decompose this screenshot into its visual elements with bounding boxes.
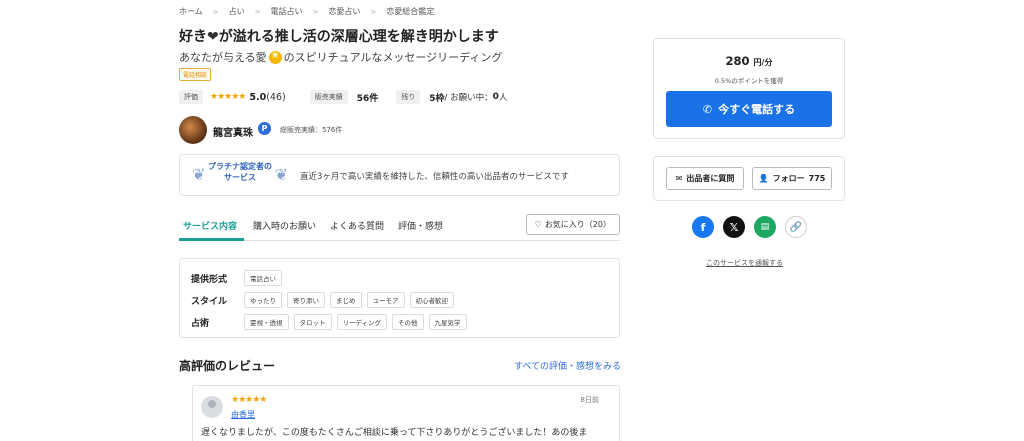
- favorite-button[interactable]: ♡ お気に入り（20）: [525, 214, 620, 235]
- info-row-format: 提供形式 電話占い: [191, 270, 287, 286]
- tab-purchase-requests[interactable]: 購入時のお願い: [253, 219, 316, 232]
- seller-avatar[interactable]: [179, 116, 207, 144]
- heart-icon: ❤: [207, 29, 219, 45]
- tab-service-content[interactable]: サービス内容: [183, 219, 237, 232]
- tag[interactable]: ユーモア: [366, 292, 405, 308]
- chevron-right-icon: >: [254, 7, 261, 16]
- platinum-p-badge-icon: P: [258, 122, 271, 135]
- chevron-right-icon: >: [312, 7, 319, 16]
- category-tag: 電話相談: [179, 68, 212, 81]
- stats-row: 評価 ★★★★★ 5.0 (46) 販売実績 56件 残り 5枠 / お願い中：…: [179, 90, 507, 104]
- facebook-icon[interactable]: f: [692, 216, 714, 238]
- tab-reviews[interactable]: 評価・感想: [398, 219, 443, 232]
- title-part-1: 好き: [179, 29, 207, 45]
- chevron-right-icon: >: [370, 7, 377, 16]
- rating-count[interactable]: (46): [266, 92, 286, 103]
- rating-stars-icon: ★★★★★: [210, 92, 246, 102]
- tab-faq[interactable]: よくある質問: [330, 219, 384, 232]
- user-plus-icon: 👤: [758, 174, 769, 183]
- breadcrumb-home[interactable]: ホーム: [179, 6, 203, 17]
- tag[interactable]: まじめ: [330, 292, 362, 308]
- active-tab-indicator: [179, 238, 244, 241]
- waiting-text: / お願い中：: [444, 93, 493, 103]
- breadcrumb-love-fortune[interactable]: 恋愛占い: [328, 6, 360, 17]
- price-unit: 円/分: [753, 58, 773, 67]
- tag[interactable]: ゆったり: [244, 292, 282, 308]
- favorite-button-label: お気に入り（20）: [544, 220, 611, 229]
- review-date: 8日前: [580, 396, 599, 404]
- ask-seller-button[interactable]: ✉ 出品者に質問: [666, 167, 744, 190]
- tag[interactable]: 霊視・透視: [244, 314, 289, 330]
- all-reviews-link[interactable]: すべての評価・感想をみる: [514, 359, 621, 372]
- phone-icon: ✆: [702, 102, 713, 116]
- breadcrumb-fortune[interactable]: 占い: [229, 6, 245, 17]
- platinum-description: 直近3ヶ月で高い実績を維持した、信頼性の高い出品者のサービスです: [300, 172, 569, 182]
- reviews-heading: 高評価のレビュー: [179, 359, 276, 373]
- service-tabs: サービス内容 購入時のお願い よくある質問 評価・感想 ♡ お気に入り（20）: [179, 211, 620, 241]
- review-card: ★★★★★ 由香里 8日前 遅くなりましたが、この度もたくさんご相談に乗って下さ…: [192, 385, 620, 441]
- tag[interactable]: リーディング: [336, 314, 388, 330]
- remain-value: 5枠: [429, 93, 445, 104]
- follow-label: フォロー: [772, 174, 805, 183]
- waiting-unit: 人: [498, 93, 508, 103]
- tag[interactable]: その他: [392, 314, 424, 330]
- chevron-right-icon: >: [212, 7, 219, 16]
- info-label: 提供形式: [191, 274, 228, 285]
- info-label: 占術: [191, 318, 210, 329]
- info-label: スタイル: [191, 296, 228, 307]
- tag[interactable]: 電話占い: [244, 270, 282, 286]
- remain-label: 残り: [396, 90, 421, 104]
- info-row-style: スタイル ゆったり 寄り添い まじめ ユーモア 初心者歓迎: [191, 292, 459, 308]
- mail-icon: ✉: [675, 174, 683, 183]
- sales-label: 販売実績: [309, 90, 348, 104]
- tag[interactable]: 寄り添い: [287, 292, 325, 308]
- x-twitter-icon[interactable]: 𝕏: [723, 216, 745, 238]
- tag[interactable]: 九星気学: [428, 314, 467, 330]
- report-service-link[interactable]: このサービスを通報する: [706, 258, 783, 268]
- tag[interactable]: タロット: [293, 314, 332, 330]
- follow-count: 775: [808, 174, 826, 183]
- platinum-info-box: ❦ プラチナ認定者の サービス ❦ 直近3ヶ月で高い実績を維持した、信頼性の高い…: [179, 154, 620, 196]
- platinum-badge-line1: プラチナ認定者の: [208, 162, 272, 171]
- laurel-left-icon: ❦: [192, 165, 206, 184]
- info-row-method: 占術 霊視・透視 タロット リーディング その他 九星気学: [191, 314, 472, 330]
- page-subtitle: あなたが与える愛 のスピリチュアルなメッセージリーディング: [179, 49, 502, 65]
- ask-seller-label: 出品者に質問: [686, 174, 735, 183]
- price-value: 280: [725, 54, 750, 68]
- subtitle-part-1: あなたが与える愛: [179, 51, 267, 64]
- reviewer-avatar: [201, 396, 223, 418]
- price-card: 280 円/分 0.5%のポイントを獲得 ✆ 今すぐ電話する: [653, 38, 845, 139]
- tag[interactable]: 初心者歓迎: [409, 292, 454, 308]
- seller-actions-card: ✉ 出品者に質問 👤 フォロー 775: [653, 156, 845, 201]
- platinum-badge: ❦ プラチナ認定者の サービス ❦: [192, 161, 288, 189]
- link-icon[interactable]: 🔗: [785, 216, 807, 238]
- heart-outline-icon: ♡: [534, 220, 542, 229]
- star-emoji-icon: [268, 50, 282, 64]
- call-now-label: 今すぐ電話する: [718, 103, 796, 116]
- rating-value: 5.0: [249, 91, 267, 103]
- points-info: 0.5%のポイントを獲得: [714, 77, 784, 85]
- platinum-badge-line2: サービス: [224, 173, 256, 182]
- call-now-button[interactable]: ✆ 今すぐ電話する: [666, 91, 832, 127]
- seller-name[interactable]: 龍宮真珠: [213, 124, 253, 139]
- seller-total-sales: 総販売実績：576件: [280, 126, 343, 134]
- breadcrumb: ホーム > 占い > 電話占い > 恋愛占い > 恋愛総合鑑定: [179, 6, 434, 17]
- price-display: 280 円/分: [654, 54, 844, 68]
- service-info-box: 提供形式 電話占い スタイル ゆったり 寄り添い まじめ ユーモア 初心者歓迎 …: [179, 258, 620, 338]
- title-part-2: が溢れる推し活の深層心理を解き明かします: [218, 29, 499, 45]
- rating-label: 評価: [179, 90, 203, 104]
- sales-value: 56件: [356, 93, 379, 104]
- subtitle-part-2: のスピリチュアルなメッセージリーディング: [283, 51, 503, 64]
- follow-button[interactable]: 👤 フォロー 775: [752, 167, 832, 190]
- breadcrumb-phone-fortune[interactable]: 電話占い: [271, 6, 303, 17]
- laurel-right-icon: ❦: [274, 165, 288, 184]
- reviewer-name[interactable]: 由香里: [231, 409, 255, 420]
- review-stars-icon: ★★★★★: [231, 395, 267, 405]
- share-row: f 𝕏 ▤ 🔗: [692, 216, 807, 238]
- breadcrumb-love-reading[interactable]: 恋愛総合鑑定: [386, 6, 434, 17]
- note-share-icon[interactable]: ▤: [754, 216, 776, 238]
- review-text: 遅くなりましたが、この度もたくさんご相談に乗って下さりありがとうございました！あ…: [201, 428, 588, 438]
- page-title: 好き❤が溢れる推し活の深層心理を解き明かします: [179, 26, 499, 46]
